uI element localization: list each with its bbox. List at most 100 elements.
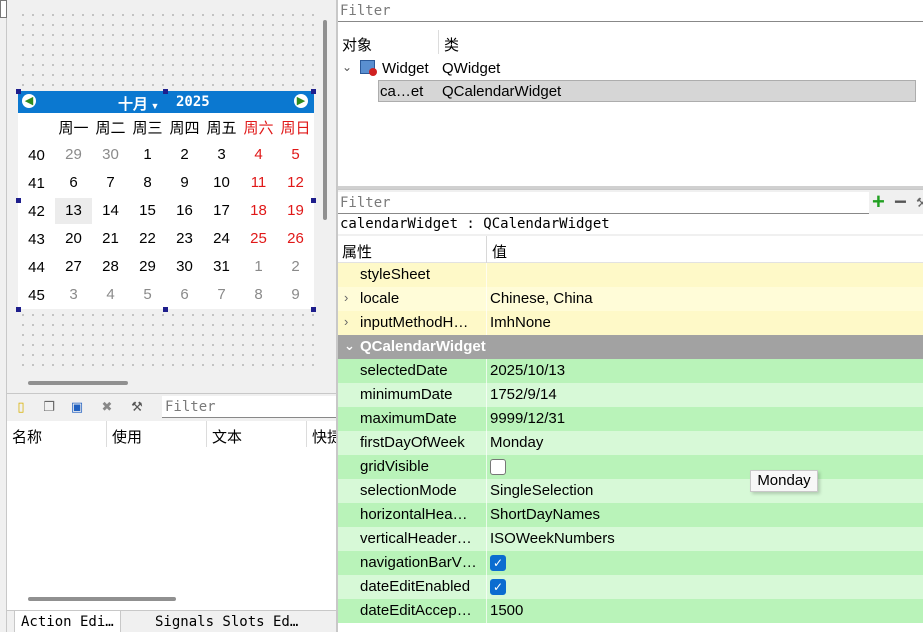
calendar-day-cell[interactable]: 4 xyxy=(240,142,277,168)
calendar-day-cell[interactable]: 26 xyxy=(277,226,314,252)
calendar-day-cell[interactable]: 8 xyxy=(240,282,277,308)
tree-row-widget[interactable]: ⌄ Widget QWidget xyxy=(338,58,923,80)
calendar-day-cell[interactable]: 25 xyxy=(240,226,277,252)
calendar-day-cell[interactable]: 28 xyxy=(92,254,129,280)
column-header-object[interactable]: 对象 xyxy=(342,34,372,55)
property-value[interactable]: SingleSelection xyxy=(490,482,593,499)
calendar-day-cell[interactable]: 4 xyxy=(92,282,129,308)
property-value[interactable]: 1500 xyxy=(490,602,523,619)
add-dynamic-property-icon[interactable]: + xyxy=(872,191,885,213)
calendar-day-cell[interactable]: 11 xyxy=(240,170,277,196)
column-header-used[interactable]: 使用 xyxy=(112,426,142,447)
property-filter-input[interactable]: Filter xyxy=(338,192,869,214)
calendar-day-cell[interactable]: 2 xyxy=(277,254,314,280)
calendar-day-cell[interactable]: 18 xyxy=(240,198,277,224)
property-row[interactable]: dateEditAccep… 1500 xyxy=(338,599,923,623)
property-value[interactable]: Monday xyxy=(490,434,543,451)
calendar-day-cell[interactable]: 17 xyxy=(203,198,240,224)
property-checkbox[interactable]: ✓ xyxy=(490,555,506,571)
calendar-day-cell[interactable]: 29 xyxy=(129,254,166,280)
column-header-value[interactable]: 值 xyxy=(492,241,507,262)
left-mini-widget[interactable] xyxy=(0,0,7,18)
calendar-day-cell[interactable]: 1 xyxy=(129,142,166,168)
calendar-day-cell[interactable]: 30 xyxy=(92,142,129,168)
calendar-day-cell[interactable]: 12 xyxy=(277,170,314,196)
calendar-day-cell[interactable]: 24 xyxy=(203,226,240,252)
action-filter-input[interactable]: Filter xyxy=(162,396,336,418)
calendar-day-cell[interactable]: 29 xyxy=(55,142,92,168)
calendar-day-cell[interactable]: 9 xyxy=(277,282,314,308)
selection-handle[interactable] xyxy=(311,89,316,94)
remove-dynamic-property-icon[interactable]: − xyxy=(894,191,907,213)
delete-action-icon[interactable]: ✖ xyxy=(99,399,115,415)
calendar-day-cell[interactable]: 27 xyxy=(55,254,92,280)
calendar-day-cell[interactable]: 7 xyxy=(92,170,129,196)
calendar-day-cell[interactable]: 5 xyxy=(129,282,166,308)
calendar-day-cell[interactable]: 30 xyxy=(166,254,203,280)
calendar-day-cell[interactable]: 9 xyxy=(166,170,203,196)
selection-handle[interactable] xyxy=(311,198,316,203)
calendar-day-cell[interactable]: 3 xyxy=(203,142,240,168)
column-header-text[interactable]: 文本 xyxy=(212,426,242,447)
tab-action-editor[interactable]: Action Edi… xyxy=(14,611,121,632)
selection-handle[interactable] xyxy=(163,307,168,312)
property-row[interactable]: firstDayOfWeek Monday xyxy=(338,431,923,455)
calendar-month-button[interactable]: 十月 ▼ xyxy=(118,93,159,114)
form-horizontal-scrollbar[interactable] xyxy=(28,381,128,385)
property-row[interactable]: selectedDate 2025/10/13 xyxy=(338,359,923,383)
property-value[interactable]: ISOWeekNumbers xyxy=(490,530,615,547)
calendar-day-cell[interactable]: 2 xyxy=(166,142,203,168)
calendar-day-cell[interactable]: 20 xyxy=(55,226,92,252)
property-row[interactable]: maximumDate 9999/12/31 xyxy=(338,407,923,431)
property-row[interactable]: styleSheet xyxy=(338,263,923,287)
calendar-day-cell[interactable]: 13 xyxy=(55,198,92,224)
calendar-day-cell[interactable]: 31 xyxy=(203,254,240,280)
property-value[interactable]: ShortDayNames xyxy=(490,506,600,523)
expand-arrow-icon[interactable]: › xyxy=(344,314,348,329)
property-checkbox[interactable] xyxy=(490,459,506,475)
property-row[interactable]: gridVisible xyxy=(338,455,923,479)
calendar-day-cell[interactable]: 1 xyxy=(240,254,277,280)
property-value[interactable]: Chinese, China xyxy=(490,290,593,307)
collapse-arrow-icon[interactable]: ⌄ xyxy=(342,60,352,74)
property-row[interactable]: › locale Chinese, China xyxy=(338,287,923,311)
tree-row-calendar-widget[interactable]: ca…et QCalendarWidget xyxy=(338,80,923,102)
next-month-arrow-icon[interactable]: ▶ xyxy=(294,94,308,108)
configure-action-icon[interactable]: ⚒ xyxy=(129,399,145,415)
object-filter-input[interactable]: Filter xyxy=(338,0,923,22)
property-checkbox[interactable]: ✓ xyxy=(490,579,506,595)
selection-handle[interactable] xyxy=(16,307,21,312)
property-row[interactable]: selectionMode SingleSelection xyxy=(338,479,923,503)
calendar-day-cell[interactable]: 5 xyxy=(277,142,314,168)
calendar-day-cell[interactable]: 15 xyxy=(129,198,166,224)
calendar-day-cell[interactable]: 6 xyxy=(166,282,203,308)
collapse-arrow-icon[interactable]: ⌄ xyxy=(344,338,355,354)
copy-action-icon[interactable]: ❐ xyxy=(41,399,57,415)
property-value[interactable]: ImhNone xyxy=(490,314,551,331)
selection-handle[interactable] xyxy=(163,89,168,94)
calendar-day-cell[interactable]: 23 xyxy=(166,226,203,252)
calendar-day-cell[interactable]: 7 xyxy=(203,282,240,308)
property-group-row[interactable]: ⌄ QCalendarWidget xyxy=(338,335,923,359)
property-row[interactable]: dateEditEnabled ✓ xyxy=(338,575,923,599)
property-row[interactable]: horizontalHea… ShortDayNames xyxy=(338,503,923,527)
selection-handle[interactable] xyxy=(311,307,316,312)
configure-icon[interactable]: ⚒ xyxy=(916,195,923,211)
calendar-day-cell[interactable]: 19 xyxy=(277,198,314,224)
property-row[interactable]: minimumDate 1752/9/14 xyxy=(338,383,923,407)
property-row[interactable]: verticalHeader… ISOWeekNumbers xyxy=(338,527,923,551)
calendar-day-cell[interactable]: 10 xyxy=(203,170,240,196)
calendar-day-cell[interactable]: 16 xyxy=(166,198,203,224)
calendar-day-cell[interactable]: 6 xyxy=(55,170,92,196)
calendar-day-cell[interactable]: 22 xyxy=(129,226,166,252)
column-header-name[interactable]: 名称 xyxy=(12,426,42,447)
property-value[interactable]: 2025/10/13 xyxy=(490,362,565,379)
calendar-day-cell[interactable]: 21 xyxy=(92,226,129,252)
selection-handle[interactable] xyxy=(16,89,21,94)
form-vertical-scrollbar[interactable] xyxy=(323,20,327,220)
calendar-year-label[interactable]: 2025 xyxy=(176,94,210,110)
property-value[interactable]: 9999/12/31 xyxy=(490,410,565,427)
calendar-widget[interactable]: ◀ 十月 ▼ 2025 ▶ 周一 周二 周三 周四 周五 周六 周日 40 29 3… xyxy=(18,91,314,309)
action-table-horizontal-scrollbar[interactable] xyxy=(28,597,176,601)
calendar-day-cell[interactable]: 3 xyxy=(55,282,92,308)
